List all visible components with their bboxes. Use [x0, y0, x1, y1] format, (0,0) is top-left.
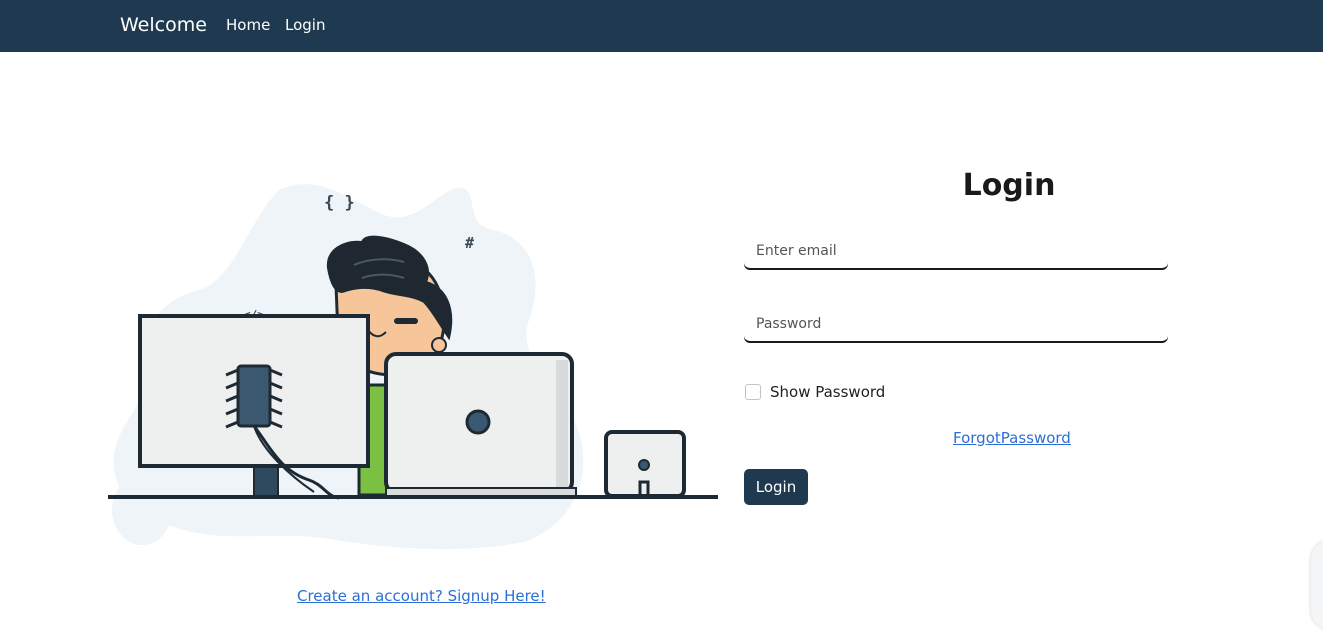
brand-link[interactable]: Welcome — [120, 13, 207, 37]
show-password-label[interactable]: Show Password — [770, 382, 885, 402]
signup-link[interactable]: Create an account? Signup Here! — [297, 586, 546, 606]
login-button[interactable]: Login — [744, 469, 808, 505]
laptop — [384, 352, 577, 497]
small-device — [604, 430, 686, 498]
hash-symbol: # — [465, 234, 474, 252]
nav-link-home[interactable]: Home — [226, 15, 270, 35]
forgot-password-link[interactable]: ForgotPassword — [953, 428, 1071, 448]
show-password-row[interactable]: Show Password — [744, 382, 885, 402]
background-blob-small — [112, 475, 172, 545]
email-field[interactable] — [744, 233, 1168, 269]
curly-braces-symbol: { } — [324, 193, 355, 213]
top-navbar: Welcome Home Login — [0, 0, 1323, 52]
nav-link-login[interactable]: Login — [285, 15, 325, 35]
floating-widget[interactable] — [1311, 540, 1323, 630]
password-field[interactable] — [744, 306, 1168, 342]
show-password-checkbox[interactable] — [745, 384, 761, 400]
developer-illustration: { } # </> — [108, 184, 718, 550]
login-title: Login — [962, 168, 1056, 203]
